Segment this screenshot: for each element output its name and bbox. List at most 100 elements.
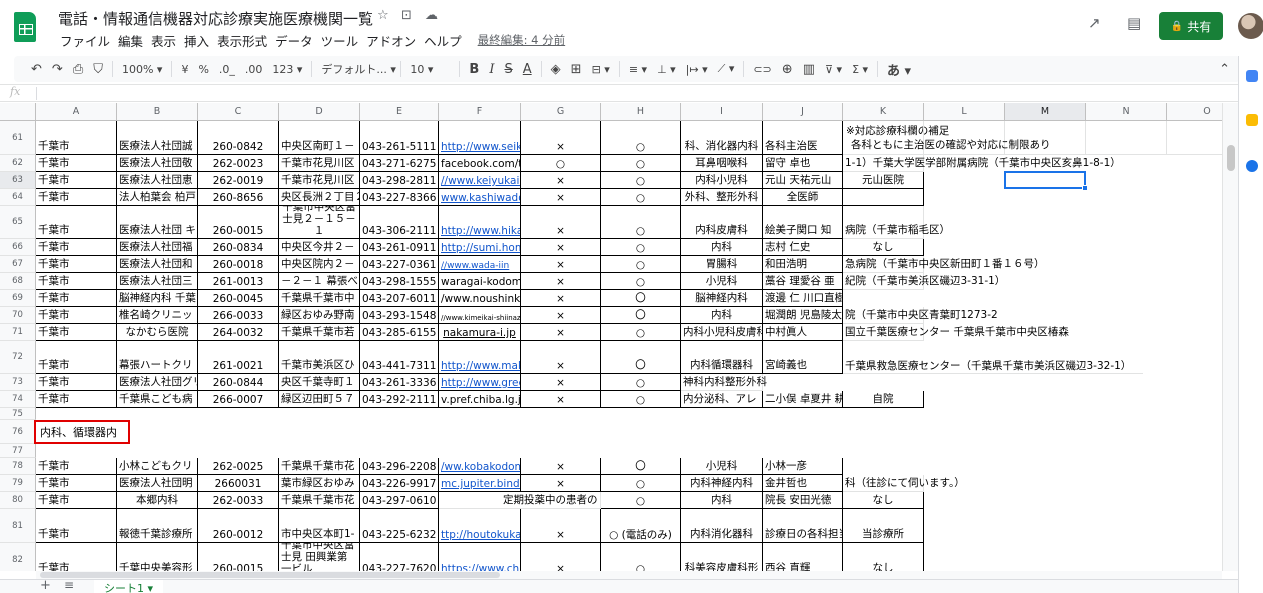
cell[interactable]: × <box>521 121 601 155</box>
row-number[interactable]: 73 <box>0 374 36 391</box>
cell[interactable]: 藁谷 理愛谷 亜 <box>763 273 843 290</box>
cell[interactable]: 内科小児科 <box>681 172 763 189</box>
cell[interactable]: 043-298-2811 <box>360 172 439 189</box>
cell-link[interactable]: http://www.seik <box>439 121 521 155</box>
cell[interactable] <box>1167 121 1222 155</box>
cell[interactable]: 内分泌科、アレ <box>681 391 763 408</box>
horizontal-scrollbar[interactable] <box>36 571 1222 579</box>
cell[interactable]: 脳神経内科 <box>681 290 763 307</box>
cell[interactable]: 千葉市 <box>36 374 117 391</box>
cell[interactable]: 市中央区本町1- <box>279 509 360 543</box>
cell[interactable]: 科（往診にて伺います。） <box>843 475 965 492</box>
cell[interactable]: 千葉市 <box>36 172 117 189</box>
cell[interactable]: 自院 <box>843 391 924 408</box>
cell[interactable]: 中央区今井２－ <box>279 239 360 256</box>
cell[interactable]: ○ <box>601 256 681 273</box>
cell[interactable]: 診療日の各科担当 <box>763 509 843 543</box>
currency-button[interactable]: ¥ <box>176 63 193 76</box>
cell[interactable]: 千葉市 <box>36 458 117 475</box>
cell[interactable]: 国立千葉医療センター 千葉県千葉市中央区椿森 <box>843 324 1069 341</box>
row-number[interactable]: 61 <box>0 121 36 155</box>
cell[interactable]: 千葉市 <box>36 121 117 155</box>
cell[interactable]: × <box>521 341 601 374</box>
row-number[interactable]: 75 <box>0 408 36 420</box>
insert-link-icon[interactable]: ⊂⊃ <box>748 63 776 76</box>
row-number[interactable]: 69 <box>0 290 36 307</box>
cell[interactable]: 043-261-3336 <box>360 374 439 391</box>
cell[interactable]: 043-292-2111 <box>360 391 439 408</box>
cell[interactable]: ○ <box>601 391 681 408</box>
cell[interactable]: ○ <box>601 543 681 571</box>
star-icon[interactable]: ☆ <box>377 8 389 23</box>
cell[interactable]: × <box>521 189 601 206</box>
input-tools-button[interactable]: あ ▾ <box>882 60 916 79</box>
cell[interactable]: 定期投薬中の患者の <box>439 492 601 509</box>
cell[interactable]: 中央区南町１－ <box>279 121 360 155</box>
section-header-cell[interactable]: 内科、循環器内 <box>34 420 130 444</box>
cell[interactable]: 内科神経内科 <box>681 475 763 492</box>
cell[interactable]: 262-0033 <box>198 492 279 509</box>
text-rotate-icon[interactable]: ⟋ ▾ <box>713 62 740 76</box>
column-header-b[interactable]: B <box>117 103 198 121</box>
cell[interactable]: 千葉中央美容形 <box>117 543 198 571</box>
collapse-menus-icon[interactable]: ⌃ <box>1214 62 1240 77</box>
fill-handle[interactable] <box>1082 185 1088 191</box>
cell[interactable]: 千葉市 <box>36 324 117 341</box>
cell[interactable]: 各科主治医 <box>763 121 843 155</box>
column-header-k[interactable]: K <box>843 103 924 121</box>
cell[interactable]: 千葉市 <box>36 189 117 206</box>
cell[interactable]: 043-298-1555 <box>360 273 439 290</box>
cell[interactable]: ○ <box>521 155 601 172</box>
cell[interactable]: 医療法人社団恵 <box>117 172 198 189</box>
cell[interactable]: 急病院（千葉市中央区新田町１番１６号） <box>843 256 1045 273</box>
cell[interactable]: ○ <box>601 273 681 290</box>
cell[interactable]: 央区長洲２丁目２ <box>279 189 360 206</box>
cell[interactable]: 261-0021 <box>198 341 279 374</box>
cell[interactable]: 病院（千葉市稲毛区） <box>843 206 950 239</box>
cell[interactable]: 椎名崎クリニッ <box>117 307 198 324</box>
number-format-select[interactable]: 123 ▾ <box>267 63 307 76</box>
cloud-status-icon[interactable]: ☁ <box>425 8 438 23</box>
cell[interactable]: × <box>521 391 601 408</box>
undo-icon[interactable]: ↶ <box>26 62 47 77</box>
cell[interactable]: ○ <box>601 206 681 239</box>
cell[interactable]: 耳鼻咽喉科 <box>681 155 763 172</box>
vertical-scrollbar[interactable] <box>1222 103 1238 571</box>
cell[interactable]: 260-0834 <box>198 239 279 256</box>
font-size-select[interactable]: 10 ▾ <box>405 63 455 76</box>
cell[interactable]: 内科小児科皮膚科 <box>681 324 763 341</box>
cell[interactable]: 261-0013 <box>198 273 279 290</box>
functions-icon[interactable]: Σ ▾ <box>847 63 873 76</box>
cell[interactable]: 〇 <box>601 458 681 475</box>
cell[interactable]: 当診療所 <box>843 509 924 543</box>
cell[interactable]: 千葉市 <box>36 239 117 256</box>
cell[interactable]: なし <box>843 492 924 509</box>
cell[interactable]: 千葉市 <box>36 543 117 571</box>
cell[interactable]: 報徳千葉診療所 <box>117 509 198 543</box>
cell[interactable]: /www.noushinke <box>439 290 521 307</box>
row-number[interactable]: 67 <box>0 256 36 273</box>
row-number[interactable]: 77 <box>0 444 36 458</box>
cell[interactable]: 中央区院内２－ <box>279 256 360 273</box>
cell[interactable]: 043-306-2111 <box>360 206 439 239</box>
cell[interactable]: 千葉県千葉市若 <box>279 324 360 341</box>
row-number[interactable]: 81 <box>0 509 36 543</box>
cell[interactable]: × <box>521 239 601 256</box>
cell[interactable]: 260-0842 <box>198 121 279 155</box>
cell[interactable]: 内科 <box>681 239 763 256</box>
cell[interactable]: 内科消化器科 <box>681 509 763 543</box>
cell[interactable]: 小林こどもクリ <box>117 458 198 475</box>
cell[interactable]: 紀院（千葉市美浜区磯辺3-31-1） <box>843 273 1005 290</box>
cell[interactable]: なかむら医院 <box>117 324 198 341</box>
cell[interactable]: 千葉市 <box>36 492 117 509</box>
cell[interactable]: なし <box>843 543 924 571</box>
cell[interactable]: 緑区おゆみ野南 <box>279 307 360 324</box>
cell[interactable]: 脳神経内科 千葉 <box>117 290 198 307</box>
column-header-m[interactable]: M <box>1005 103 1086 121</box>
borders-icon[interactable]: ⊞ <box>566 62 587 77</box>
keep-icon[interactable] <box>1246 114 1258 126</box>
cell[interactable]: 千葉市美浜区ひ <box>279 341 360 374</box>
cell[interactable]: 千葉市中央区富士見２－１５－１ <box>279 206 360 239</box>
spreadsheet-grid[interactable]: A B C D E F G H I J K L M N O 61 千葉市 医療法… <box>0 103 1222 571</box>
row-number[interactable]: 68 <box>0 273 36 290</box>
